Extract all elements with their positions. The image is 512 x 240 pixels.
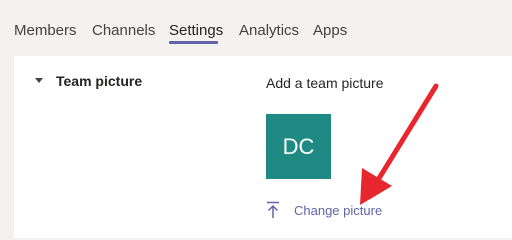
tab-settings[interactable]: Settings bbox=[169, 22, 223, 40]
section-title: Team picture bbox=[56, 73, 143, 89]
upload-icon[interactable] bbox=[265, 201, 281, 219]
tab-analytics[interactable]: Analytics bbox=[239, 22, 299, 40]
avatar-initials: DC bbox=[282, 133, 315, 159]
tab-bar: Members Channels Settings Analytics Apps bbox=[0, 0, 512, 44]
tab-members[interactable]: Members bbox=[14, 22, 77, 40]
tab-channels[interactable]: Channels bbox=[92, 22, 155, 40]
section-description: Add a team picture bbox=[266, 75, 384, 91]
chevron-down-icon[interactable] bbox=[35, 78, 43, 83]
team-avatar: DC bbox=[266, 114, 331, 179]
tab-apps[interactable]: Apps bbox=[313, 22, 347, 40]
active-tab-indicator bbox=[169, 41, 218, 44]
change-picture-link[interactable]: Change picture bbox=[294, 203, 382, 218]
